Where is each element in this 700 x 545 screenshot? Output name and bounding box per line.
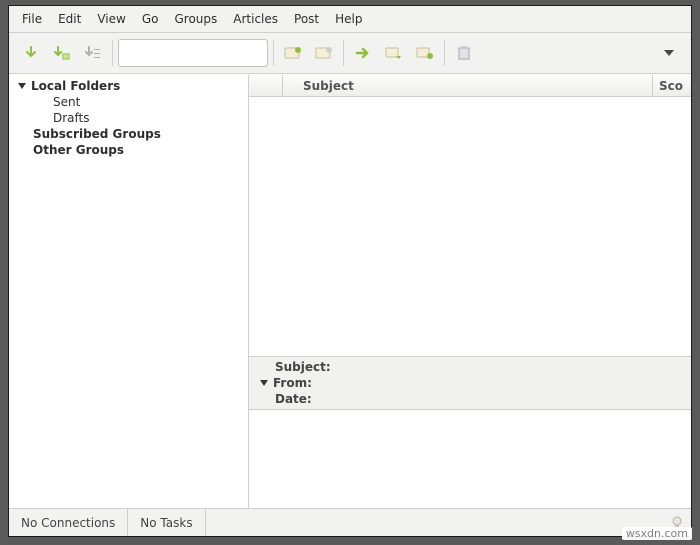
- folder-tree[interactable]: Local Folders Sent Drafts Subscribed Gro…: [9, 75, 249, 508]
- toolbar-separator: [444, 40, 445, 66]
- menu-edit[interactable]: Edit: [51, 9, 88, 29]
- message-from-row: From:: [249, 375, 691, 391]
- statusbar: No Connections No Tasks: [9, 508, 691, 536]
- search-input[interactable]: [131, 45, 290, 61]
- expand-icon[interactable]: [259, 378, 269, 388]
- post-icon: [456, 45, 472, 61]
- message-subject-label: Subject:: [275, 360, 331, 374]
- message-header: Subject: From: Date:: [249, 357, 691, 410]
- main-panes: Local Folders Sent Drafts Subscribed Gro…: [9, 74, 691, 508]
- get-selected-headers-button[interactable]: [48, 39, 76, 67]
- thread-list[interactable]: [249, 97, 691, 357]
- mark-thread-icon: [315, 46, 333, 60]
- get-headers-button[interactable]: [17, 39, 45, 67]
- tree-subscribed-groups[interactable]: Subscribed Groups: [9, 126, 248, 142]
- menu-go[interactable]: Go: [135, 9, 166, 29]
- next-group-icon: [416, 46, 434, 60]
- tree-label: Local Folders: [31, 79, 120, 93]
- menu-articles[interactable]: Articles: [226, 9, 285, 29]
- tree-label: Drafts: [53, 111, 90, 125]
- toolbar-separator: [112, 40, 113, 66]
- column-score[interactable]: Sco: [653, 75, 691, 96]
- next-unread-button[interactable]: [349, 39, 377, 67]
- toolbar-separator: [273, 40, 274, 66]
- tree-label: Other Groups: [33, 143, 124, 157]
- mark-thread-read-button[interactable]: [310, 39, 338, 67]
- content-pane: Subject Sco Subject: From: Date:: [249, 75, 691, 508]
- toolbar: [9, 33, 691, 74]
- get-bodies-button[interactable]: [79, 39, 107, 67]
- chevron-down-icon: [663, 47, 675, 59]
- next-unread-thread-button[interactable]: [380, 39, 408, 67]
- arrow-right-icon: [355, 47, 371, 59]
- app-window: File Edit View Go Groups Articles Post H…: [8, 5, 692, 537]
- message-date-row: Date:: [249, 391, 691, 407]
- message-body[interactable]: [249, 410, 691, 508]
- status-connections[interactable]: No Connections: [9, 509, 128, 536]
- tree-other-groups[interactable]: Other Groups: [9, 142, 248, 158]
- next-unread-group-button[interactable]: [411, 39, 439, 67]
- download-list-icon: [84, 45, 102, 61]
- toolbar-separator: [343, 40, 344, 66]
- toolbar-menu-button[interactable]: [655, 39, 683, 67]
- message-date-label: Date:: [275, 392, 331, 406]
- mark-read-icon: [284, 46, 302, 60]
- thread-list-header: Subject Sco: [249, 75, 691, 97]
- message-subject-row: Subject:: [249, 359, 691, 375]
- download-arrow-icon: [23, 45, 39, 61]
- menu-file[interactable]: File: [15, 9, 49, 29]
- expand-icon[interactable]: [17, 81, 27, 91]
- menu-post[interactable]: Post: [287, 9, 326, 29]
- tree-local-folders[interactable]: Local Folders: [9, 78, 248, 94]
- column-state[interactable]: [249, 75, 283, 96]
- download-group-icon: [53, 45, 71, 61]
- menu-groups[interactable]: Groups: [167, 9, 224, 29]
- menubar: File Edit View Go Groups Articles Post H…: [9, 6, 691, 33]
- tree-drafts[interactable]: Drafts: [9, 110, 248, 126]
- message-from-label: From:: [273, 376, 329, 390]
- search-box[interactable]: [118, 39, 268, 67]
- status-tasks[interactable]: No Tasks: [128, 509, 205, 536]
- column-subject[interactable]: Subject: [283, 75, 653, 96]
- watermark: wsxdn.com: [622, 527, 692, 540]
- tree-label: Sent: [53, 95, 80, 109]
- menu-help[interactable]: Help: [328, 9, 369, 29]
- tree-label: Subscribed Groups: [33, 127, 161, 141]
- post-button[interactable]: [450, 39, 478, 67]
- next-thread-icon: [385, 46, 403, 60]
- tree-sent[interactable]: Sent: [9, 94, 248, 110]
- mark-read-button[interactable]: [279, 39, 307, 67]
- menu-view[interactable]: View: [90, 9, 132, 29]
